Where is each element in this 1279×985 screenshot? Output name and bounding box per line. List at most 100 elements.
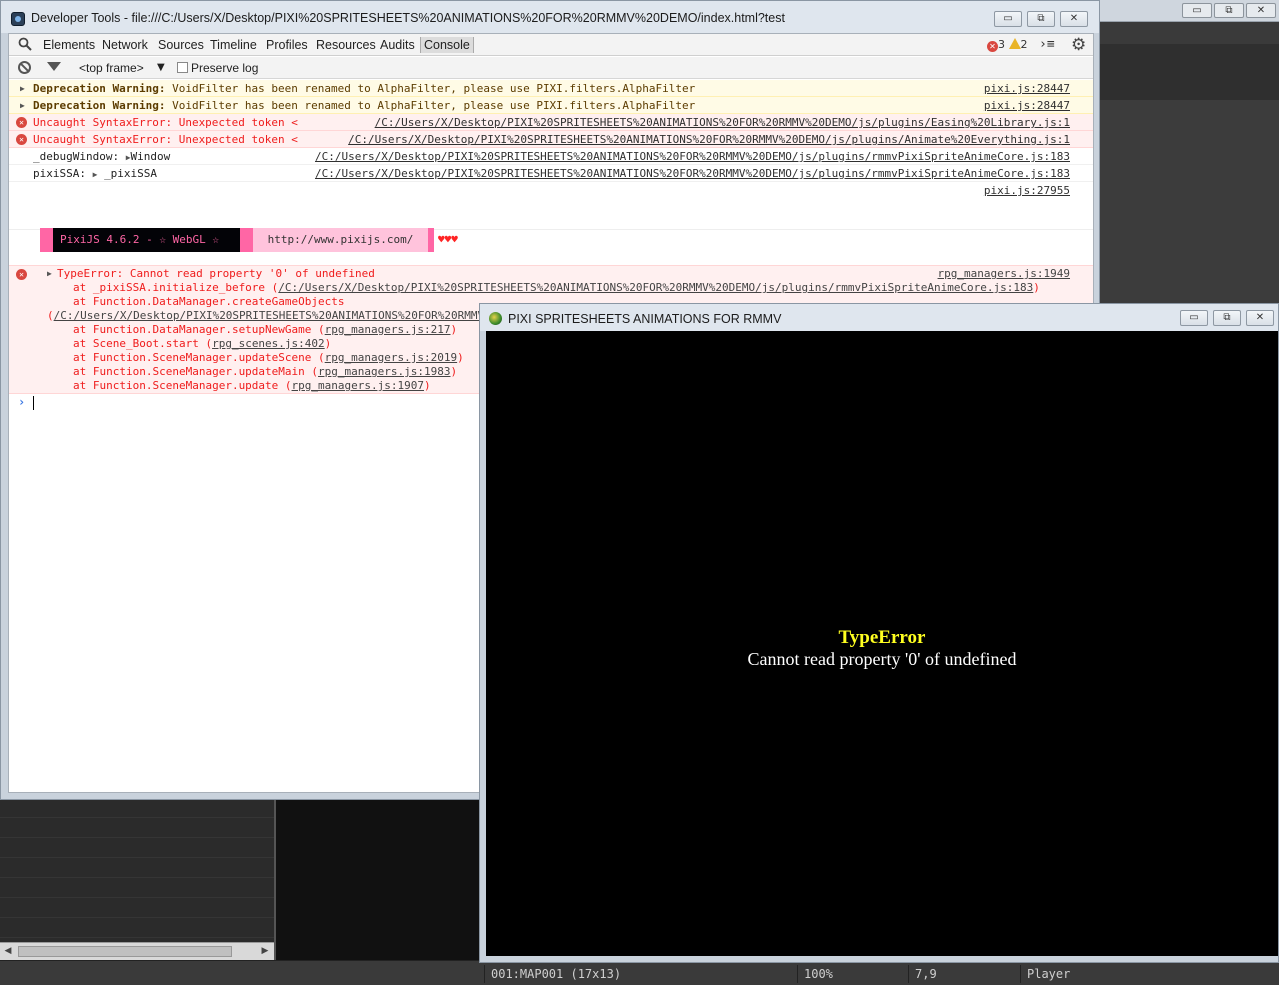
console-message[interactable]: ✕ Uncaught SyntaxError: Unexpected token… bbox=[9, 131, 1093, 148]
warning-text: VoidFilter has been renamed to AlphaFilt… bbox=[165, 82, 696, 95]
console-drawer-icon[interactable]: ›≡ bbox=[1039, 38, 1055, 52]
type-error-text: TypeError: Cannot read property '0' of u… bbox=[57, 267, 375, 280]
devtools-app-icon bbox=[11, 12, 25, 26]
source-link[interactable]: rpg_managers.js:1949 bbox=[938, 267, 1070, 280]
scroll-right-icon[interactable]: ▶ bbox=[259, 945, 271, 958]
editor-close-button[interactable]: ✕ bbox=[1246, 3, 1276, 18]
console-message[interactable]: ▶ Deprecation Warning: VoidFilter has be… bbox=[9, 80, 1093, 97]
tab-audits[interactable]: Audits bbox=[380, 37, 415, 53]
error-text: Uncaught SyntaxError: Unexpected token < bbox=[33, 116, 298, 129]
scrollbar-thumb[interactable] bbox=[18, 946, 232, 957]
log-key: _debugWindow: bbox=[33, 150, 120, 163]
error-icon: ✕ bbox=[16, 134, 27, 145]
log-value[interactable]: _pixiSSA bbox=[104, 167, 157, 180]
warning-icon bbox=[1008, 38, 1021, 49]
console-prompt-icon: › bbox=[18, 395, 26, 409]
warning-text: VoidFilter has been renamed to AlphaFilt… bbox=[165, 99, 696, 112]
error-icon: ✕ bbox=[987, 41, 998, 52]
error-count: 3 bbox=[998, 38, 1005, 51]
stack-frame: at Function.SceneManager.update (rpg_man… bbox=[73, 379, 431, 392]
console-message[interactable]: pixiSSA: ▶ _pixiSSA /C:/Users/X/Desktop/… bbox=[9, 165, 1093, 182]
error-warning-counter[interactable]: ✕ 3 2 bbox=[987, 37, 1028, 53]
devtools-tab-bar: Elements Network Sources Timeline Profil… bbox=[9, 34, 1093, 56]
source-link[interactable]: pixi.js:27955 bbox=[984, 182, 1070, 199]
status-coords: 7,9 bbox=[908, 965, 1018, 983]
expand-triangle-icon[interactable]: ▶ bbox=[47, 267, 52, 281]
source-link[interactable]: /C:/Users/X/Desktop/PIXI%20SPRITESHEETS%… bbox=[348, 131, 1070, 148]
console-message[interactable]: _debugWindow: ▶Window /C:/Users/X/Deskto… bbox=[9, 148, 1093, 165]
close-button[interactable]: ✕ bbox=[1060, 11, 1088, 27]
console-filter-bar: <top frame> ▼ Preserve log bbox=[9, 57, 1093, 79]
editor-maximize-button[interactable]: ⧉ bbox=[1214, 3, 1244, 18]
editor-toolbar bbox=[1100, 22, 1279, 44]
error-icon: ✕ bbox=[16, 269, 27, 280]
map-list-row bbox=[0, 918, 274, 938]
expand-triangle-icon[interactable]: ▶ bbox=[20, 97, 25, 114]
warning-label: Deprecation Warning: bbox=[33, 82, 166, 95]
preserve-log-toggle[interactable]: Preserve log bbox=[177, 60, 258, 76]
game-close-button[interactable]: ✕ bbox=[1246, 310, 1274, 326]
error-text: Uncaught SyntaxError: Unexpected token < bbox=[33, 133, 298, 146]
source-link[interactable]: /C:/Users/X/Desktop/PIXI%20SPRITESHEETS%… bbox=[315, 148, 1070, 165]
frame-select[interactable]: <top frame> bbox=[79, 60, 144, 76]
tab-network[interactable]: Network bbox=[102, 37, 148, 53]
tab-elements[interactable]: Elements bbox=[43, 37, 95, 53]
stack-link[interactable]: /C:/Users/X/Desktop/PIXI%20SPRITESHEETS%… bbox=[278, 281, 1033, 294]
status-zoom: 100% bbox=[797, 965, 907, 983]
pixi-url[interactable]: http://www.pixijs.com/ bbox=[253, 228, 428, 252]
maximize-button[interactable]: ⧉ bbox=[1027, 11, 1055, 27]
pixi-banner: PixiJS 4.6.2 - ☆ WebGL ☆ http://www.pixi… bbox=[40, 228, 458, 252]
stack-link[interactable]: rpg_managers.js:1983 bbox=[318, 365, 450, 378]
stack-link[interactable]: rpg_managers.js:217 bbox=[325, 323, 451, 336]
game-window: PIXI SPRITESHEETS ANIMATIONS FOR RMMV ▭ … bbox=[479, 303, 1279, 963]
search-icon[interactable] bbox=[18, 37, 32, 51]
preserve-log-checkbox[interactable] bbox=[177, 62, 188, 73]
clear-console-icon[interactable] bbox=[18, 61, 31, 74]
gear-icon[interactable]: ⚙ bbox=[1071, 36, 1086, 54]
tab-sources[interactable]: Sources bbox=[158, 37, 204, 53]
console-message[interactable]: ✕ Uncaught SyntaxError: Unexpected token… bbox=[9, 114, 1093, 131]
warning-label: Deprecation Warning: bbox=[33, 99, 166, 112]
chevron-down-icon[interactable]: ▼ bbox=[157, 60, 165, 76]
source-link[interactable]: /C:/Users/X/Desktop/PIXI%20SPRITESHEETS%… bbox=[315, 165, 1070, 182]
tab-profiles[interactable]: Profiles bbox=[266, 37, 308, 53]
editor-minimize-button[interactable]: ▭ bbox=[1182, 3, 1212, 18]
scroll-left-icon[interactable]: ◀ bbox=[2, 945, 14, 958]
stack-link[interactable]: rpg_managers.js:1907 bbox=[292, 379, 424, 392]
preserve-log-label: Preserve log bbox=[191, 61, 259, 75]
game-maximize-button[interactable]: ⧉ bbox=[1213, 310, 1241, 326]
tab-console[interactable]: Console bbox=[420, 37, 474, 53]
game-minimize-button[interactable]: ▭ bbox=[1180, 310, 1208, 326]
filter-icon[interactable] bbox=[47, 62, 61, 71]
tab-resources[interactable]: Resources bbox=[316, 37, 376, 53]
game-titlebar[interactable]: PIXI SPRITESHEETS ANIMATIONS FOR RMMV ▭ … bbox=[480, 304, 1278, 331]
editor-panel bbox=[1100, 44, 1279, 100]
console-message[interactable]: ▶ Deprecation Warning: VoidFilter has be… bbox=[9, 97, 1093, 114]
stack-frame: at Function.DataManager.createGameObject… bbox=[73, 295, 345, 308]
game-title: PIXI SPRITESHEETS ANIMATIONS FOR RMMV bbox=[508, 312, 782, 326]
console-input[interactable] bbox=[33, 396, 34, 410]
log-value[interactable]: Window bbox=[131, 150, 171, 163]
stack-frame: at Scene_Boot.start (rpg_scenes.js:402) bbox=[73, 337, 332, 350]
stack-frame: at _pixiSSA.initialize_before (/C:/Users… bbox=[73, 281, 1040, 294]
game-app-icon bbox=[489, 312, 502, 325]
stack-link[interactable]: rpg_managers.js:2019 bbox=[325, 351, 457, 364]
stack-frame: at Function.SceneManager.updateScene (rp… bbox=[73, 351, 464, 364]
source-link[interactable]: pixi.js:28447 bbox=[984, 80, 1070, 97]
expand-triangle-icon[interactable]: ▶ bbox=[93, 170, 98, 179]
source-link[interactable]: pixi.js:28447 bbox=[984, 97, 1070, 114]
horizontal-scrollbar[interactable]: ◀ ▶ bbox=[0, 942, 274, 960]
source-link[interactable]: /C:/Users/X/Desktop/PIXI%20SPRITESHEETS%… bbox=[375, 114, 1070, 131]
tab-timeline[interactable]: Timeline bbox=[210, 37, 257, 53]
minimize-button[interactable]: ▭ bbox=[994, 11, 1022, 27]
map-canvas[interactable] bbox=[274, 798, 480, 960]
console-message[interactable]: pixi.js:27955 bbox=[9, 182, 1093, 230]
warning-count: 2 bbox=[1020, 38, 1028, 51]
editor-titlebar: ▭ ⧉ ✕ bbox=[1100, 0, 1279, 22]
map-list-row bbox=[0, 898, 274, 918]
game-error-title: TypeError bbox=[838, 627, 926, 648]
game-canvas[interactable]: TypeError Cannot read property '0' of un… bbox=[486, 331, 1278, 956]
devtools-titlebar[interactable]: Developer Tools - file:///C:/Users/X/Des… bbox=[1, 1, 1099, 33]
expand-triangle-icon[interactable]: ▶ bbox=[20, 80, 25, 97]
stack-link[interactable]: rpg_scenes.js:402 bbox=[212, 337, 325, 350]
